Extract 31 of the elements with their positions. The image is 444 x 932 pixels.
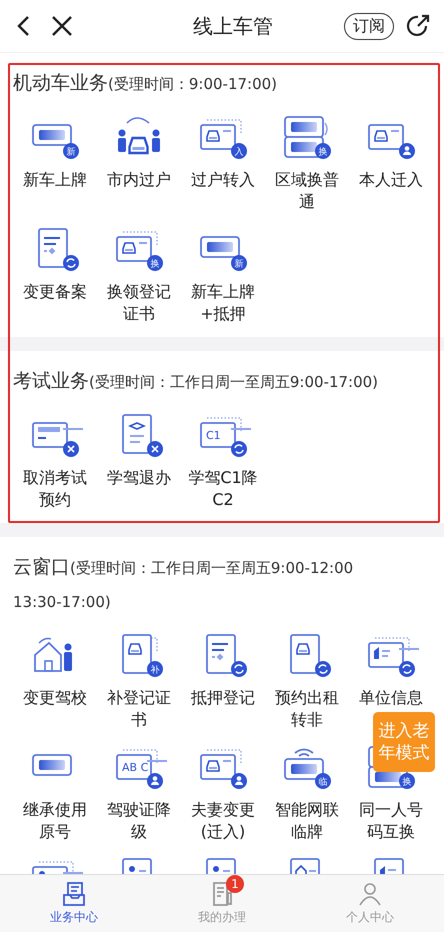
service-label[interactable]: 区域换普通: [272, 169, 342, 213]
service-label[interactable]: 夫妻变更(迁入): [188, 799, 258, 843]
subscribe-button[interactable]: 订阅: [344, 12, 394, 40]
service-label[interactable]: 新车上牌: [20, 169, 90, 191]
service-label[interactable]: 过户转入: [188, 169, 258, 191]
service-label[interactable]: 换领登记证书: [104, 281, 174, 325]
service-label[interactable]: 本人迁入: [356, 169, 426, 191]
service-label[interactable]: 变更驾校: [20, 687, 90, 709]
service-label[interactable]: 新车上牌+抵押: [188, 281, 258, 325]
service-label[interactable]: 继承使用原号: [20, 799, 90, 843]
notification-badge: 1: [226, 875, 244, 893]
nav-tab[interactable]: 我的办理 1: [148, 875, 296, 932]
service-label[interactable]: 单位信息: [356, 687, 426, 709]
section-title: 考试业务(受理时间：工作日周一至周五9:00-17:00): [13, 369, 380, 394]
section-title: 云窗口(受理时间：工作日周一至周五9:00-12:00 13:30-17:00): [13, 555, 354, 613]
service-label[interactable]: 预约出租转非: [272, 687, 342, 731]
service-label[interactable]: 学驾退办: [104, 467, 174, 489]
service-label[interactable]: 市内过户: [104, 169, 174, 191]
nav-tab[interactable]: 业务中心: [0, 875, 148, 932]
service-label[interactable]: 驾驶证降级: [104, 799, 174, 843]
section-title: 机动车业务(受理时间：9:00-17:00): [13, 71, 278, 96]
person-icon: [357, 881, 383, 907]
service-label[interactable]: 学驾C1降C2: [188, 467, 258, 511]
service-label[interactable]: 补登记证书: [104, 687, 174, 731]
service-label[interactable]: 变更备案: [20, 281, 90, 303]
service-label[interactable]: 智能网联临牌: [272, 799, 342, 843]
service-label[interactable]: 抵押登记: [188, 687, 258, 709]
page-title: 线上车管: [192, 12, 274, 40]
service-label[interactable]: 同一人号码互换: [356, 799, 426, 843]
service-label[interactable]: 取消考试预约: [20, 467, 90, 511]
inbox-icon: [61, 881, 87, 907]
